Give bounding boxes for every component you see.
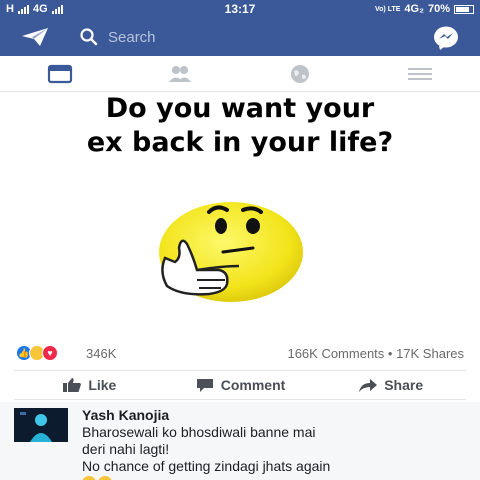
comment: Yash Kanojia Bharosewali ko bhosdiwali b…	[0, 402, 480, 480]
nav-tabs	[0, 56, 480, 92]
comment-line-1: Bharosewali ko bhosdiwali banne mai	[82, 424, 316, 440]
globe-icon	[291, 64, 309, 83]
comment-body: Bharosewali ko bhosdiwali banne mai deri…	[82, 424, 472, 480]
post-actions: Like Comment Share	[14, 370, 466, 400]
status-bar: H 4G 13:17 Vo) LTE 4G₂ 70%	[0, 0, 480, 18]
reactions-row: 👍 ♥ 346K 166K Comments • 17K Shares	[0, 342, 480, 364]
newsfeed-icon	[47, 64, 73, 83]
search-input[interactable]	[108, 28, 388, 46]
tab-news-feed[interactable]	[0, 56, 120, 91]
tab-friends[interactable]	[120, 56, 240, 91]
laughing-emoji-icon-2	[98, 476, 112, 480]
comments-shares-count[interactable]: 166K Comments • 17K Shares	[287, 346, 464, 361]
thinking-face-emoji	[159, 202, 303, 302]
friends-icon	[169, 65, 191, 82]
status-right: Vo) LTE 4G₂ 70%	[375, 3, 474, 15]
tab-notifications[interactable]	[240, 56, 360, 91]
reaction-count[interactable]: 346K	[86, 346, 116, 361]
share-arrow-icon	[359, 379, 378, 392]
comment-line-3: No chance of getting zindagi jhats again	[82, 458, 331, 474]
comment-label: Comment	[220, 377, 286, 393]
comment-emojis	[82, 476, 112, 480]
post-image-text-line1: Do you want your	[105, 93, 375, 124]
search-box[interactable]	[72, 24, 412, 50]
messenger-icon[interactable]	[432, 25, 460, 51]
app-bar	[0, 18, 480, 56]
volte-label: Vo) LTE	[375, 5, 401, 13]
comment-author[interactable]: Yash Kanojia	[82, 407, 169, 423]
search-icon	[80, 28, 98, 46]
network-label-right: 4G₂	[404, 3, 424, 15]
comment-icon	[196, 379, 213, 392]
like-button[interactable]: Like	[14, 371, 165, 399]
hamburger-menu-icon	[408, 67, 432, 80]
avatar[interactable]	[14, 408, 68, 442]
post-image-text: Do you want your ex back in your life?	[20, 92, 460, 160]
share-button[interactable]: Share	[315, 371, 466, 399]
reaction-icons[interactable]: 👍 ♥	[16, 345, 58, 361]
battery-percent: 70%	[427, 3, 450, 15]
thumbs-up-icon	[63, 378, 82, 392]
like-label: Like	[88, 377, 117, 393]
comment-button[interactable]: Comment	[165, 371, 316, 399]
comment-line-2: deri nahi lagti!	[82, 441, 170, 457]
send-icon[interactable]	[20, 26, 50, 48]
share-label: Share	[384, 377, 424, 393]
post-image-text-line2: ex back in your life?	[86, 127, 394, 158]
post-image[interactable]: Do you want your ex back in your life?	[0, 92, 480, 338]
tab-menu[interactable]	[360, 56, 480, 91]
battery-icon	[454, 4, 474, 14]
love-reaction-icon: ♥	[42, 345, 58, 361]
laughing-emoji-icon	[82, 476, 96, 480]
